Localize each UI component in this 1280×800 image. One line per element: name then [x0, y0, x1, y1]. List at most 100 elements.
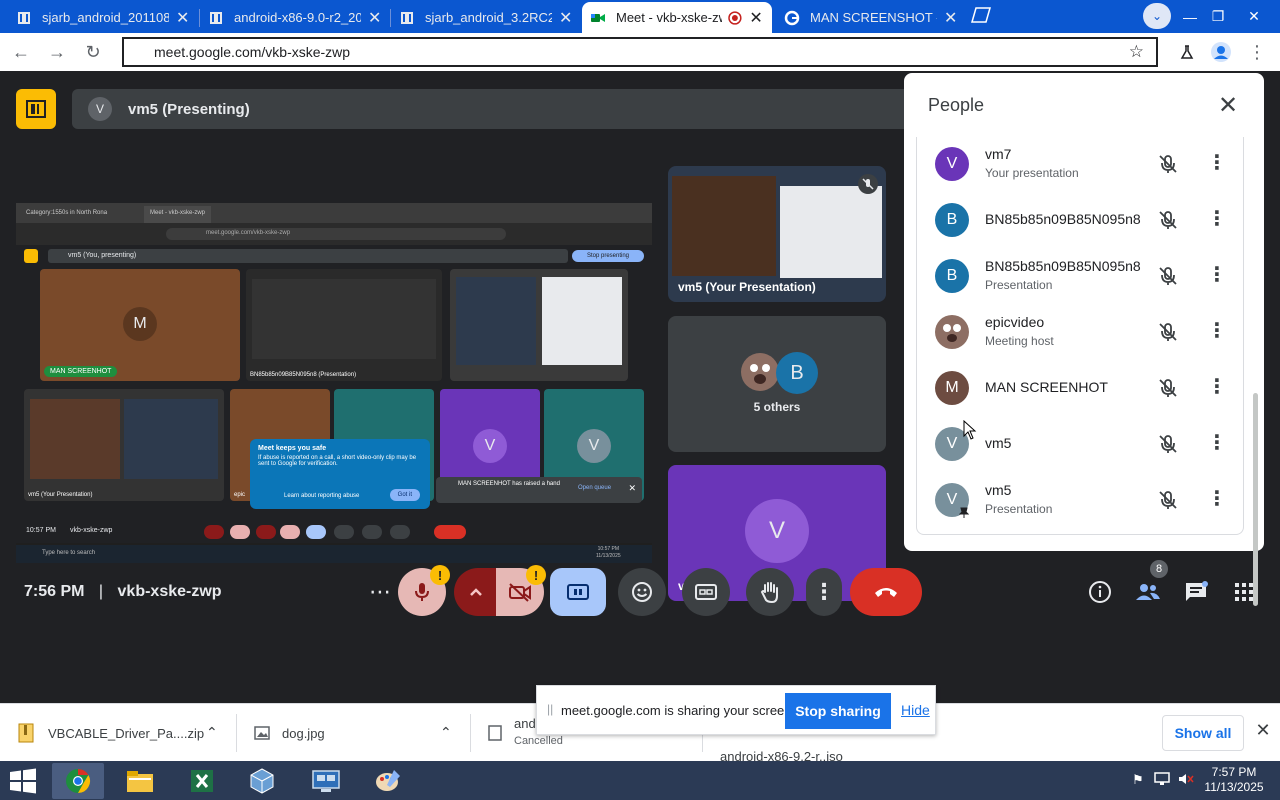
presenting-label: vm5 (Presenting): [128, 100, 250, 118]
shared-tab-1: Category:1550s in North Rona: [26, 210, 108, 216]
meeting-details-icon[interactable]: [1082, 574, 1118, 610]
people-icon[interactable]: [1130, 574, 1166, 610]
taskbar-virtualbox-icon[interactable]: [236, 763, 288, 799]
taskbar-explorer-icon[interactable]: [114, 763, 166, 799]
present-now-button[interactable]: [550, 568, 606, 616]
safety-link: Learn about reporting abuse: [284, 493, 360, 499]
url-input[interactable]: [154, 39, 1114, 65]
more-options-icon[interactable]: ⋮: [1207, 487, 1227, 513]
more-options-icon[interactable]: ⋮: [1207, 151, 1227, 177]
mic-off-icon[interactable]: [1157, 321, 1179, 343]
participant-row[interactable]: V vm5 Presentation ⋮: [917, 473, 1243, 529]
drag-handle-icon[interactable]: ||: [547, 702, 553, 716]
more-options-icon[interactable]: ⋮: [1207, 207, 1227, 233]
restore-icon[interactable]: ❐: [1200, 0, 1236, 33]
close-icon[interactable]: ✕: [1214, 91, 1242, 119]
chevron-up-icon[interactable]: ⌃: [440, 724, 452, 741]
close-tab-icon[interactable]: ✕: [748, 8, 764, 28]
presentation-layout-icon[interactable]: [16, 89, 56, 129]
close-tab-icon[interactable]: ✕: [175, 8, 190, 28]
participant-row[interactable]: M MAN SCREENHOT ⋮: [917, 361, 1243, 417]
bookmark-star-icon[interactable]: ☆: [1129, 42, 1144, 62]
download-item[interactable]: dog.jpg ⌃: [254, 704, 464, 762]
more-options-icon[interactable]: ⋮: [806, 568, 842, 616]
captions-button[interactable]: [682, 568, 730, 616]
zip-file-icon: [18, 723, 34, 743]
network-icon[interactable]: [1154, 772, 1170, 788]
participant-avatar: V: [935, 147, 969, 181]
browser-tab-1[interactable]: sjarb_android_20110823 ✕: [8, 2, 198, 33]
participant-row[interactable]: B BN85b85n09B85N095n8 Presentation ⋮: [917, 249, 1243, 305]
more-options-icon[interactable]: ⋮: [1207, 263, 1227, 289]
new-tab-icon[interactable]: [968, 6, 992, 26]
chevron-up-icon[interactable]: ⌃: [206, 724, 218, 741]
windows-start-icon[interactable]: [8, 768, 38, 794]
leave-call-button[interactable]: [850, 568, 922, 616]
shared-control: [230, 525, 250, 539]
shared-close-icon: ✕: [628, 483, 636, 493]
shared-tile-panel: [542, 277, 622, 365]
participant-subtitle: Presentation: [985, 502, 1053, 516]
taskbar-paint-icon[interactable]: [362, 763, 414, 799]
download-item[interactable]: VBCABLE_Driver_Pa....zip ⌃: [18, 704, 228, 762]
show-all-button[interactable]: Show all: [1162, 715, 1244, 751]
participant-row[interactable]: B BN85b85n09B85N095n8 ⋮: [917, 193, 1243, 249]
forward-arrow-icon[interactable]: →: [44, 39, 70, 65]
tile-vm5-presentation[interactable]: vm5 (Your Presentation): [668, 166, 886, 302]
download-item-cancelled[interactable]: and Cancelled: [488, 704, 563, 762]
tab-title: android-x86-9.0-r2_202: [234, 10, 362, 25]
taskbar-chrome-icon[interactable]: [52, 763, 104, 799]
browser-tab-5[interactable]: MAN SCREENSHOT - Go ✕: [776, 2, 966, 33]
back-arrow-icon[interactable]: ←: [8, 39, 34, 65]
hide-link[interactable]: Hide: [901, 702, 930, 718]
reload-icon[interactable]: ↻: [80, 39, 106, 65]
mic-off-icon[interactable]: [1157, 377, 1179, 399]
browser-menu-icon[interactable]: ⋮: [1244, 39, 1270, 65]
labs-flask-icon[interactable]: [1174, 39, 1200, 65]
volume-muted-icon[interactable]: [1178, 772, 1194, 788]
chat-icon[interactable]: [1178, 574, 1214, 610]
more-options-icon[interactable]: ⋮: [1207, 431, 1227, 457]
participant-name: vm5: [985, 482, 1012, 498]
mic-off-icon[interactable]: [1157, 433, 1179, 455]
taskbar-remote-icon[interactable]: [300, 763, 352, 799]
close-tab-icon[interactable]: ✕: [943, 8, 958, 28]
participant-row[interactable]: epicvideo Meeting host ⋮: [917, 305, 1243, 361]
tab-title: sjarb_android_3.2RC2 d: [425, 10, 553, 25]
profile-avatar-icon[interactable]: [1208, 39, 1234, 65]
screen: sjarb_android_20110823 ✕ android-x86-9.0…: [0, 0, 1280, 800]
tab-title: sjarb_android_20110823: [42, 10, 170, 25]
browser-tab-2[interactable]: android-x86-9.0-r2_202 ✕: [200, 2, 390, 33]
more-options-icon[interactable]: ⋮: [1207, 319, 1227, 345]
close-window-icon[interactable]: ✕: [1236, 0, 1272, 33]
mic-off-icon[interactable]: [1157, 489, 1179, 511]
more-options-icon[interactable]: ⋮: [1207, 375, 1227, 401]
camera-options-chevron-icon[interactable]: [454, 568, 498, 616]
raise-hand-button[interactable]: [746, 568, 794, 616]
shared-taskbar: Type here to search 10:57 PM 11/13/2025: [16, 545, 652, 563]
browser-tab-meet[interactable]: Meet - vkb-xske-zwp ✕: [582, 2, 772, 33]
tile-others[interactable]: B 5 others: [668, 316, 886, 452]
close-shelf-icon[interactable]: ✕: [1254, 720, 1272, 744]
reactions-button[interactable]: [618, 568, 666, 616]
people-title: People: [928, 95, 985, 115]
participant-row[interactable]: V vm7 Your presentation ⋮: [917, 137, 1243, 193]
flag-icon[interactable]: ⚑: [1130, 772, 1146, 788]
meet-icon: [591, 13, 605, 22]
more-actions-icon[interactable]: ⋯: [358, 568, 402, 616]
mic-off-icon[interactable]: [1157, 153, 1179, 175]
mic-off-icon[interactable]: [1157, 209, 1179, 231]
mic-off-icon[interactable]: [1157, 265, 1179, 287]
system-clock[interactable]: 7:57 PM 11/13/2025: [1198, 765, 1270, 795]
stop-sharing-button[interactable]: Stop sharing: [785, 693, 891, 729]
taskbar-excel-icon[interactable]: [176, 763, 228, 799]
meeting-time-code: 7:56 PM | vkb-xske-zwp: [24, 583, 222, 601]
close-tab-icon[interactable]: ✕: [367, 8, 382, 28]
browser-tab-3[interactable]: sjarb_android_3.2RC2 d ✕: [391, 2, 581, 33]
address-bar[interactable]: ☆: [122, 37, 1158, 67]
activities-grid-icon[interactable]: [1226, 574, 1262, 610]
divider: [470, 714, 471, 752]
close-tab-icon[interactable]: ✕: [558, 8, 573, 28]
tab-search-chevron-icon[interactable]: ⌄: [1143, 3, 1171, 29]
present-icon: [567, 584, 589, 600]
